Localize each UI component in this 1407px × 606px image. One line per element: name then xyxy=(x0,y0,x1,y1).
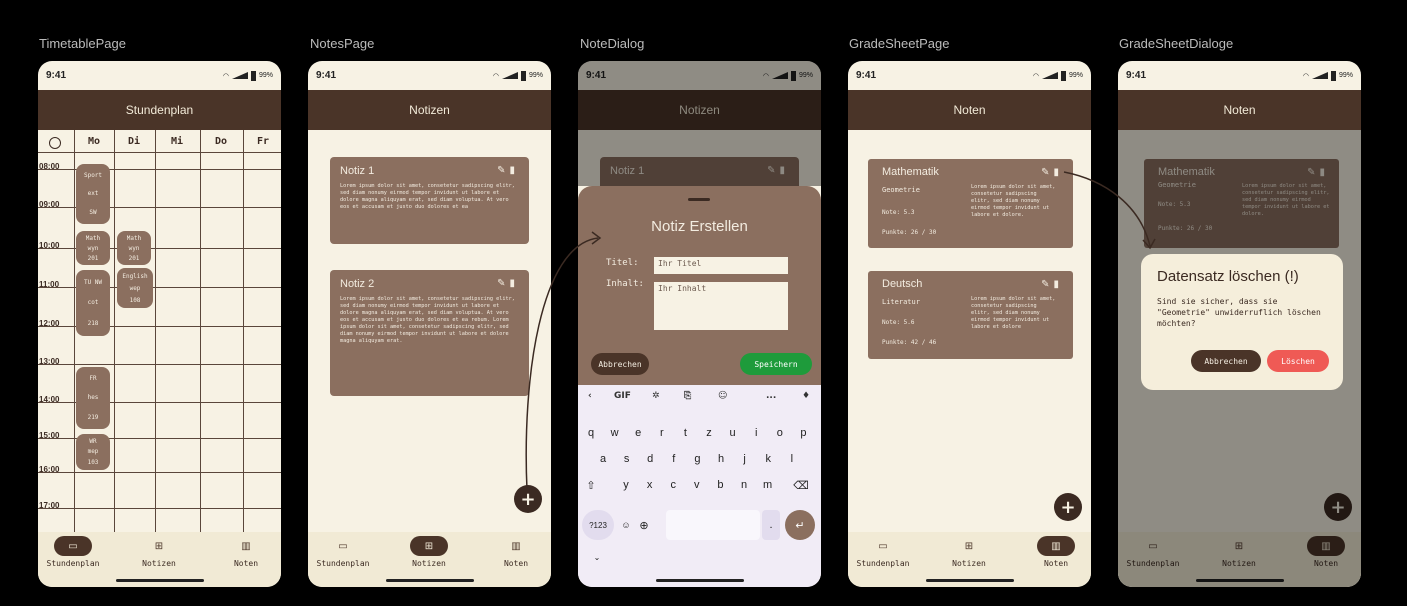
flow-arrow-grades-to-dialog xyxy=(1063,171,1151,247)
flow-arrow-notes-to-dialog xyxy=(525,237,599,491)
flow-arrows xyxy=(525,171,1156,491)
